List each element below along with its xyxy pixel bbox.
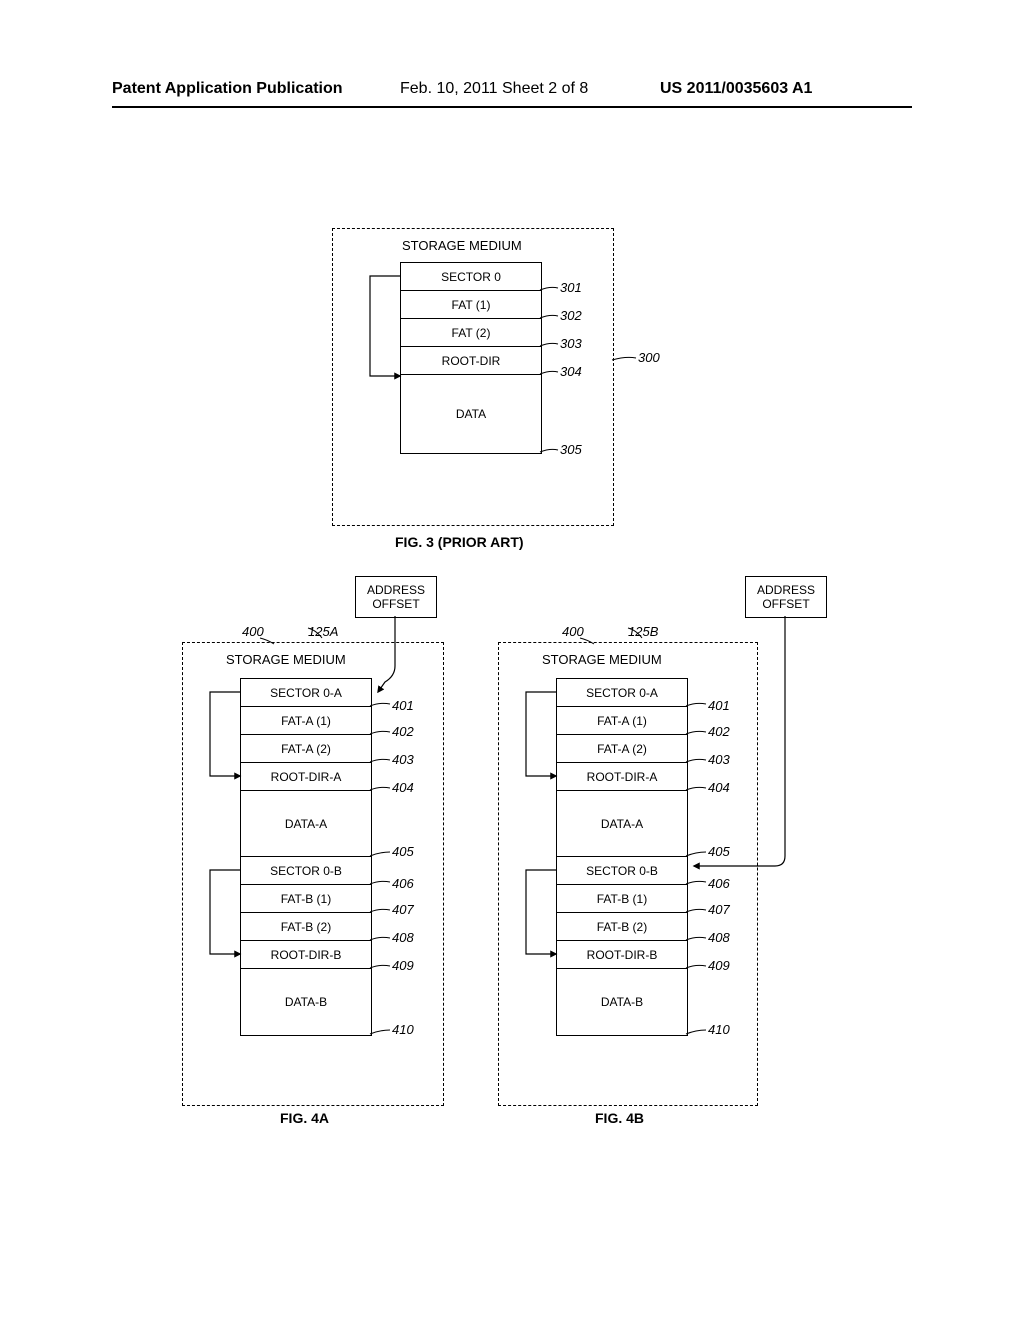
fig4a-ref-405: 405 bbox=[392, 844, 414, 859]
fig4b-ref-403: 403 bbox=[708, 752, 730, 767]
fig4b-ref-406: 406 bbox=[708, 876, 730, 891]
fig4b-ref-401: 401 bbox=[708, 698, 730, 713]
fig4a-sector0b: SECTOR 0-B bbox=[240, 856, 372, 886]
fig4a-addr-offset: ADDRESS OFFSET bbox=[355, 576, 437, 618]
fig4b-rootdira: ROOT-DIR-A bbox=[556, 762, 688, 792]
fig3-sector0: SECTOR 0 bbox=[400, 262, 542, 292]
fig4a-rootdira: ROOT-DIR-A bbox=[240, 762, 372, 792]
fig3-ref-301: 301 bbox=[560, 280, 582, 295]
fig4a-datab: DATA-B bbox=[240, 968, 372, 1036]
fig4b-fata2: FAT-A (2) bbox=[556, 734, 688, 764]
fig3-caption: FIG. 3 (PRIOR ART) bbox=[395, 534, 524, 550]
fig4a-ref-400: 400 bbox=[242, 624, 264, 639]
fig4b-ref-402: 402 bbox=[708, 724, 730, 739]
fig4a-ref-410: 410 bbox=[392, 1022, 414, 1037]
fig3-ref-303: 303 bbox=[560, 336, 582, 351]
fig4b-addr-offset: ADDRESS OFFSET bbox=[745, 576, 827, 618]
fig4b-ref-404: 404 bbox=[708, 780, 730, 795]
fig4a-ref-408: 408 bbox=[392, 930, 414, 945]
fig4a-fata2: FAT-A (2) bbox=[240, 734, 372, 764]
fig4a-fatb1: FAT-B (1) bbox=[240, 884, 372, 914]
fig4a-ref-402: 402 bbox=[392, 724, 414, 739]
fig4b-datab: DATA-B bbox=[556, 968, 688, 1036]
fig4b-ref-407: 407 bbox=[708, 902, 730, 917]
fig4b-fatb2: FAT-B (2) bbox=[556, 912, 688, 942]
fig3-fat1: FAT (1) bbox=[400, 290, 542, 320]
fig4a-ref-409: 409 bbox=[392, 958, 414, 973]
fig3-storage-label: STORAGE MEDIUM bbox=[402, 238, 522, 253]
fig4a-ref-406: 406 bbox=[392, 876, 414, 891]
fig4b-dataa: DATA-A bbox=[556, 790, 688, 858]
fig4b-ref-409: 409 bbox=[708, 958, 730, 973]
fig3-ref-304: 304 bbox=[560, 364, 582, 379]
header-center: Feb. 10, 2011 Sheet 2 of 8 bbox=[400, 80, 588, 98]
fig4a-ref-401: 401 bbox=[392, 698, 414, 713]
fig4b-ref-410: 410 bbox=[708, 1022, 730, 1037]
fig3-fat2: FAT (2) bbox=[400, 318, 542, 348]
fig4a-fatb2: FAT-B (2) bbox=[240, 912, 372, 942]
fig4a-dataa: DATA-A bbox=[240, 790, 372, 858]
fig4b-sector0a: SECTOR 0-A bbox=[556, 678, 688, 708]
fig4a-sector0a: SECTOR 0-A bbox=[240, 678, 372, 708]
fig3-rootdir: ROOT-DIR bbox=[400, 346, 542, 376]
fig4b-caption: FIG. 4B bbox=[595, 1110, 644, 1126]
fig3-ref-300: 300 bbox=[638, 350, 660, 365]
fig4b-ref-405: 405 bbox=[708, 844, 730, 859]
fig4a-addr-offset-text: ADDRESS OFFSET bbox=[367, 583, 425, 612]
header-rule bbox=[112, 106, 912, 108]
fig4b-ref-408: 408 bbox=[708, 930, 730, 945]
header-right: US 2011/0035603 A1 bbox=[660, 80, 812, 98]
fig4a-ref-407: 407 bbox=[392, 902, 414, 917]
fig3-ref-302: 302 bbox=[560, 308, 582, 323]
fig4a-ref-404: 404 bbox=[392, 780, 414, 795]
fig4b-ref-400: 400 bbox=[562, 624, 584, 639]
fig4a-rootdirb: ROOT-DIR-B bbox=[240, 940, 372, 970]
header-left: Patent Application Publication bbox=[112, 80, 343, 98]
fig4b-fatb1: FAT-B (1) bbox=[556, 884, 688, 914]
fig4a-ref-125A: 125A bbox=[308, 624, 338, 639]
fig4b-rootdirb: ROOT-DIR-B bbox=[556, 940, 688, 970]
fig4b-fata1: FAT-A (1) bbox=[556, 706, 688, 736]
fig4a-ref-403: 403 bbox=[392, 752, 414, 767]
fig3-data: DATA bbox=[400, 374, 542, 454]
fig3-ref-305: 305 bbox=[560, 442, 582, 457]
fig4a-fata1: FAT-A (1) bbox=[240, 706, 372, 736]
fig4b-storage-label: STORAGE MEDIUM bbox=[542, 652, 662, 667]
fig4a-caption: FIG. 4A bbox=[280, 1110, 329, 1126]
fig4b-addr-offset-text: ADDRESS OFFSET bbox=[757, 583, 815, 612]
fig4b-sector0b: SECTOR 0-B bbox=[556, 856, 688, 886]
fig4a-storage-label: STORAGE MEDIUM bbox=[226, 652, 346, 667]
fig4b-ref-125B: 125B bbox=[628, 624, 658, 639]
